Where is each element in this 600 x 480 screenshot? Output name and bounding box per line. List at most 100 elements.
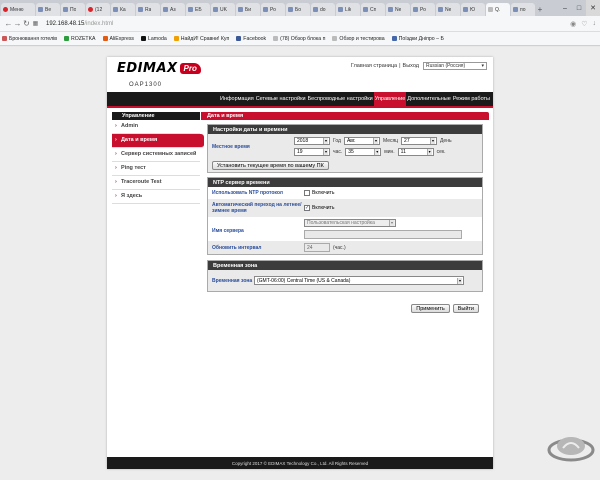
- browser-tab[interactable]: Q.: [486, 3, 510, 16]
- camera-icon[interactable]: ◉: [570, 20, 576, 28]
- ntp-enable-row: Использовать NTP протокол Включить: [208, 187, 482, 199]
- sidebar-item[interactable]: › Дата и время: [112, 134, 204, 148]
- maximize-icon[interactable]: □: [572, 0, 586, 16]
- year-select[interactable]: 2018 ▾: [294, 137, 330, 145]
- browser-tab[interactable]: Ро: [261, 3, 285, 16]
- bookmark-item[interactable]: Lamoda: [141, 36, 167, 42]
- tab-favicon-icon: [63, 7, 68, 12]
- sidebar-item-label: Дата и время: [121, 137, 158, 143]
- browser-tab[interactable]: Бо: [286, 3, 310, 16]
- bookmark-label: (78) Обзор блока п: [280, 35, 326, 42]
- bookmark-label: Facebook: [243, 35, 267, 42]
- tab-label: (12: [95, 6, 103, 13]
- browser-tab[interactable]: UK: [211, 3, 235, 16]
- ntp-server-input[interactable]: [304, 230, 462, 239]
- datetime-panel-body: Местное время 2018 ▾ Год Авг. ▾ Месяц 27 ▾ …: [208, 134, 482, 172]
- bookmark-item[interactable]: Поїздки Дніпро – Б: [391, 36, 444, 42]
- tab-label: Аз: [170, 6, 176, 13]
- minute-select[interactable]: 35 ▾: [345, 148, 382, 156]
- bookmark-item[interactable]: Facebook: [236, 36, 266, 42]
- interval-unit: (час.): [333, 244, 346, 251]
- sync-pc-time-button[interactable]: Установить текущее время по вашему ПК: [212, 161, 329, 170]
- bookmark-item[interactable]: Обзор и тестирова: [332, 36, 385, 42]
- sidebar-item[interactable]: › Admin: [112, 120, 200, 134]
- sidebar-item[interactable]: › Я здесь: [112, 190, 200, 204]
- apply-button[interactable]: Применить: [411, 304, 450, 313]
- logo-pro-badge: Pro: [179, 63, 201, 74]
- main-nav: Информация Сетевые настройки Беспроводные …: [107, 92, 493, 106]
- language-select[interactable]: Russian (Россия) ▾: [423, 62, 487, 70]
- tab-label: UK: [220, 6, 227, 13]
- second-select[interactable]: 11 ▾: [397, 148, 434, 156]
- dst-checkbox[interactable]: ✓: [304, 205, 310, 211]
- browser-tab[interactable]: Ка: [111, 3, 135, 16]
- back-icon[interactable]: ←: [4, 19, 13, 28]
- bookmark-item[interactable]: (78) Обзор блока п: [273, 36, 325, 42]
- browser-tab[interactable]: Ю: [461, 3, 485, 16]
- tab-favicon-icon: [513, 7, 518, 12]
- browser-tab[interactable]: Ne: [436, 3, 460, 16]
- tab-favicon-icon: [138, 7, 143, 12]
- browser-tab[interactable]: Меню: [1, 3, 35, 16]
- nav-item[interactable]: Дополнительные: [406, 92, 452, 106]
- timezone-select[interactable]: (GMT-06:00) Central Time (US & Canada) ▾: [254, 276, 464, 285]
- browser-tab[interactable]: (12: [86, 3, 110, 16]
- exit-button[interactable]: Выйти: [452, 304, 479, 313]
- tab-label: Бо: [295, 6, 302, 13]
- sidebar-items: › Admin › Дата и время › Сервер системных зап…: [112, 120, 204, 204]
- local-time-label-cell: Местное время: [212, 137, 294, 156]
- speed-dial-icon[interactable]: ▦: [31, 20, 40, 27]
- browser-tab[interactable]: ЕБ: [186, 3, 210, 16]
- browser-tab[interactable]: Lik: [336, 3, 360, 16]
- browser-tab[interactable]: Би: [236, 3, 260, 16]
- chevron-down-icon: ▾: [457, 277, 462, 284]
- url-field[interactable]: 192.168.48.15/index.html: [46, 21, 113, 27]
- browser-tab[interactable]: Аз: [161, 3, 185, 16]
- bookmark-item[interactable]: AliExpress: [102, 36, 134, 42]
- sidebar-item[interactable]: › Сервер системных записей: [112, 148, 200, 162]
- timezone-row: Временная зона (GMT-06:00) Central Time …: [212, 276, 478, 285]
- toolbar-right: ◉ ♡ ↓: [570, 20, 596, 28]
- sidebar-item[interactable]: › Traceroute Test: [112, 176, 200, 190]
- browser-tab[interactable]: Ne: [386, 3, 410, 16]
- chevron-right-icon: ›: [115, 165, 117, 171]
- nav-item[interactable]: Режим работы: [452, 92, 491, 106]
- close-icon[interactable]: ✕: [586, 0, 600, 16]
- sidebar-item[interactable]: › Ping тест: [112, 162, 200, 176]
- browser-tab[interactable]: По: [61, 3, 85, 16]
- chevron-down-icon: ▾: [426, 149, 432, 155]
- bookmark-item[interactable]: ROZETKA: [64, 36, 96, 42]
- nav-item[interactable]: Беспроводные настройки: [307, 92, 374, 106]
- browser-tab[interactable]: do: [311, 3, 335, 16]
- nav-item[interactable]: Информация: [219, 92, 255, 106]
- home-link[interactable]: Главная страница: [351, 63, 397, 69]
- browser-tab[interactable]: Ве: [36, 3, 60, 16]
- download-icon[interactable]: ↓: [593, 20, 597, 28]
- bookmark-item[interactable]: НайдИ! Сравни! Куп: [173, 36, 229, 42]
- month-select[interactable]: Авг. ▾: [343, 137, 380, 145]
- browser-tab[interactable]: Ra: [136, 3, 160, 16]
- top-links: Главная страница | Выход Russian (Россия…: [351, 62, 487, 70]
- logout-link[interactable]: Выход: [403, 63, 419, 69]
- new-tab-button[interactable]: +: [535, 3, 545, 16]
- bookmark-item[interactable]: Бронювання готелів: [2, 36, 57, 42]
- dst-text: Включить: [312, 205, 335, 211]
- hour-select[interactable]: 19 ▾: [294, 148, 330, 156]
- nav-item[interactable]: Управление: [373, 92, 407, 106]
- router-footer: Copyright 2017 © EDIMAX Technology Co., …: [107, 457, 493, 469]
- ntp-server-select[interactable]: Пользовательская настройка ▾: [304, 219, 396, 227]
- browser-tab[interactable]: Cn: [361, 3, 385, 16]
- heart-icon[interactable]: ♡: [581, 20, 587, 28]
- day-select[interactable]: 27 ▾: [401, 137, 438, 145]
- interval-input[interactable]: 24: [304, 243, 330, 252]
- nav-item[interactable]: Сетевые настройки: [255, 92, 307, 106]
- forward-icon[interactable]: →: [13, 19, 22, 28]
- use-ntp-checkbox[interactable]: [304, 190, 310, 196]
- browser-tab[interactable]: по: [511, 3, 535, 16]
- minimize-icon[interactable]: –: [558, 0, 572, 16]
- reload-icon[interactable]: ↻: [22, 19, 31, 28]
- chevron-down-icon: ▾: [323, 149, 328, 155]
- browser-tab[interactable]: Ро: [411, 3, 435, 16]
- tab-label: Ка: [120, 6, 126, 13]
- tab-label: Ne: [395, 6, 402, 13]
